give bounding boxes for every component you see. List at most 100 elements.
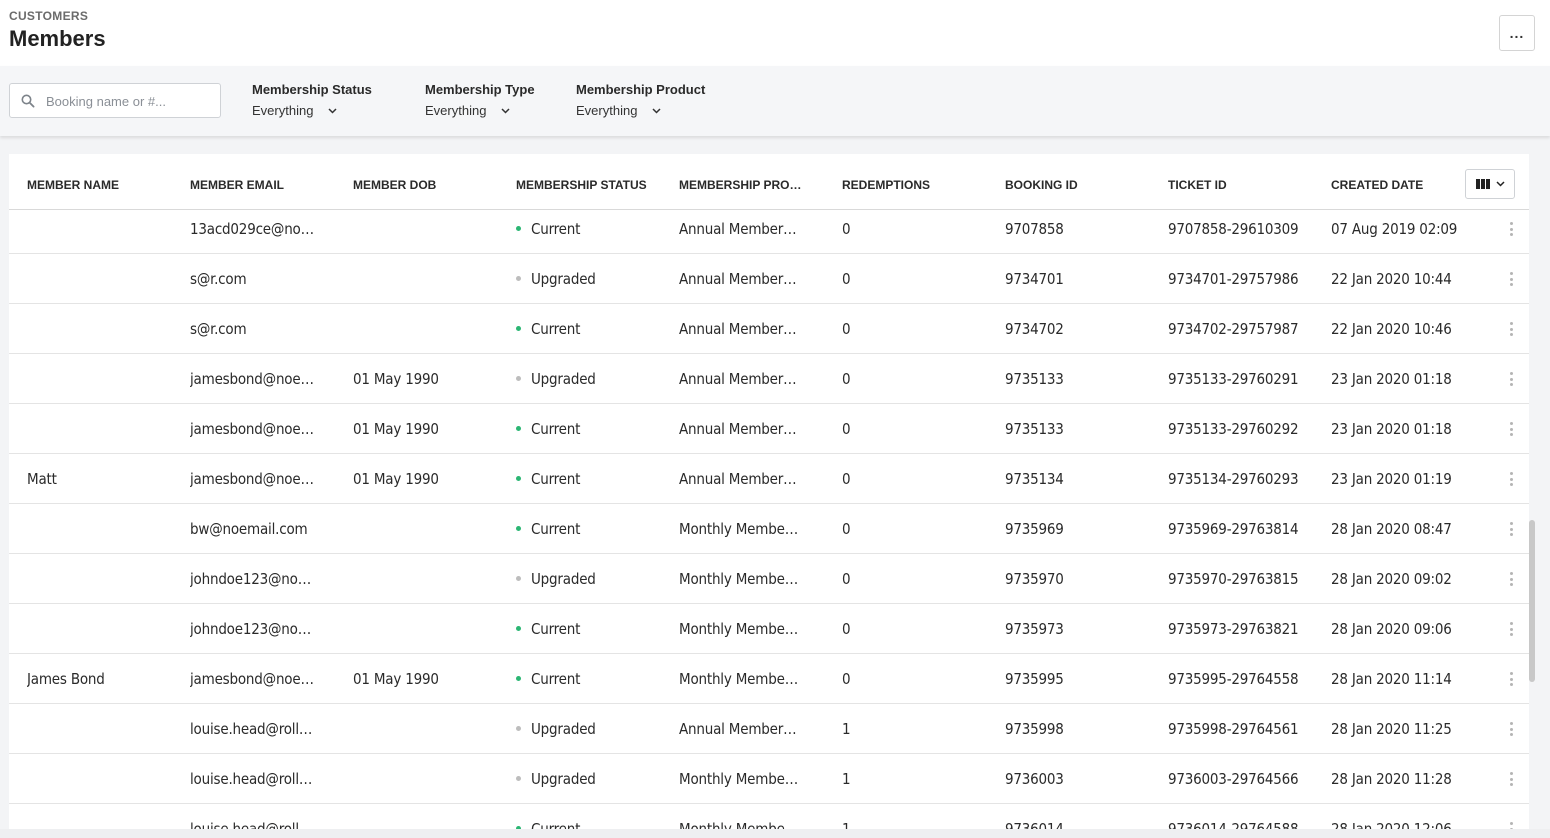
search-box[interactable] (9, 83, 221, 118)
table-row[interactable]: johndoe123@noemail.com Upgraded Monthly Me… (9, 554, 1529, 604)
cell-booking-id: 9735133 (1005, 370, 1064, 388)
cell-member-name (27, 604, 177, 654)
chevron-down-icon (1495, 181, 1505, 187)
columns-icon (1475, 179, 1490, 189)
cell-redemptions: 0 (842, 620, 851, 638)
cell-booking-id: 9735973 (1005, 620, 1064, 638)
row-menu-kebab-icon[interactable] (1505, 620, 1517, 638)
more-options-button[interactable]: ... (1499, 15, 1535, 51)
cell-booking-id: 9735995 (1005, 670, 1064, 688)
column-header-membership-status[interactable]: MEMBERSHIP STATUS (516, 178, 666, 192)
status-label: Current (531, 470, 581, 488)
cell-member-name (27, 404, 177, 454)
filter-membership-type[interactable]: Membership Type Everything (425, 82, 535, 120)
cell-member-email: bw@noemail.com (190, 520, 308, 538)
table-row[interactable]: jamesbond@noemail.com 01 May 1990 Upgraded… (9, 354, 1529, 404)
row-menu-kebab-icon[interactable] (1505, 770, 1517, 788)
cell-redemptions: 0 (842, 320, 851, 338)
column-header-redemptions[interactable]: REDEMPTIONS (842, 178, 992, 192)
cell-redemptions: 1 (842, 770, 851, 788)
table-row[interactable]: louise.head@rollerdigital.com Upgraded Ann… (9, 704, 1529, 754)
row-menu-kebab-icon[interactable] (1505, 570, 1517, 588)
status-dot-icon (516, 326, 521, 331)
chevron-down-icon (328, 108, 337, 114)
vertical-scrollbar[interactable] (1529, 520, 1535, 682)
cell-membership-status: Current (516, 454, 666, 504)
table-row[interactable]: 13acd029ce@noemail.com Current Annual Memb… (9, 211, 1529, 254)
status-dot-icon (516, 576, 521, 581)
status-dot-icon (516, 276, 521, 281)
status-label: Upgraded (531, 570, 596, 588)
cell-member-name (27, 354, 177, 404)
cell-member-name (27, 704, 177, 754)
column-header-booking-id[interactable]: BOOKING ID (1005, 178, 1155, 192)
column-header-membership-product[interactable]: MEMBERSHIP PRODUCT (679, 178, 807, 192)
chevron-down-icon (652, 108, 661, 114)
column-header-ticket-id[interactable]: TICKET ID (1168, 178, 1318, 192)
cell-member-email: s@r.com (190, 320, 247, 338)
cell-ticket-id: 9735998-29764561 (1168, 720, 1299, 738)
cell-member-email: louise.head@rollerdigital.com (190, 770, 318, 788)
cell-member-email: jamesbond@noemail.com (190, 470, 318, 488)
row-menu-kebab-icon[interactable] (1505, 720, 1517, 738)
cell-member-email: jamesbond@noemail.com (190, 420, 318, 438)
cell-member-dob (353, 604, 503, 654)
cell-membership-product: Monthly Membership (679, 770, 803, 788)
cell-booking-id: 9736003 (1005, 770, 1064, 788)
row-menu-kebab-icon[interactable] (1505, 370, 1517, 388)
cell-member-dob: 01 May 1990 (353, 420, 439, 438)
cell-created-date: 28 Jan 2020 11:14 (1331, 670, 1452, 688)
cell-booking-id: 9735970 (1005, 570, 1064, 588)
table-row[interactable]: louise.head@rollerdigital.com Upgraded Mon… (9, 754, 1529, 804)
cell-member-email: s@r.com (190, 270, 247, 288)
filter-membership-status[interactable]: Membership Status Everything (252, 82, 372, 120)
cell-member-email: johndoe123@noemail.com (190, 620, 318, 638)
status-dot-icon (516, 626, 521, 631)
filter-membership-product[interactable]: Membership Product Everything (576, 82, 705, 120)
cell-ticket-id: 9735133-29760292 (1168, 420, 1299, 438)
cell-created-date: 28 Jan 2020 08:47 (1331, 520, 1452, 538)
status-label: Upgraded (531, 270, 596, 288)
column-header-member-email[interactable]: MEMBER EMAIL (190, 178, 340, 192)
row-menu-kebab-icon[interactable] (1505, 220, 1517, 238)
row-menu-kebab-icon[interactable] (1505, 420, 1517, 438)
table-row[interactable]: Matt jamesbond@noemail.com 01 May 1990 Curr… (9, 454, 1529, 504)
row-menu-kebab-icon[interactable] (1505, 270, 1517, 288)
row-menu-kebab-icon[interactable] (1505, 670, 1517, 688)
table-row[interactable]: James Bond jamesbond@noemail.com 01 May 19… (9, 654, 1529, 704)
cell-ticket-id: 9736003-29764566 (1168, 770, 1299, 788)
row-menu-kebab-icon[interactable] (1505, 470, 1517, 488)
cell-redemptions: 0 (842, 220, 851, 238)
row-menu-kebab-icon[interactable] (1505, 320, 1517, 338)
search-input[interactable] (46, 90, 214, 112)
cell-member-email: jamesbond@noemail.com (190, 670, 318, 688)
table-body: 13acd029ce@noemail.com Current Annual Memb… (9, 211, 1529, 838)
cell-member-name (27, 211, 177, 254)
chevron-down-icon (501, 108, 510, 114)
status-label: Current (531, 620, 581, 638)
cell-created-date: 28 Jan 2020 09:02 (1331, 570, 1452, 588)
table-row[interactable]: jamesbond@noemail.com 01 May 1990 Current A… (9, 404, 1529, 454)
table-row[interactable]: bw@noemail.com Current Monthly Membership 0… (9, 504, 1529, 554)
page-eyebrow: CUSTOMERS (9, 9, 89, 23)
column-chooser-button[interactable] (1465, 169, 1515, 199)
cell-membership-status: Current (516, 504, 666, 554)
cell-membership-status: Current (516, 654, 666, 704)
table-row[interactable]: johndoe123@noemail.com Current Monthly Mem… (9, 604, 1529, 654)
cell-member-dob (353, 704, 503, 754)
column-header-member-dob[interactable]: MEMBER DOB (353, 178, 503, 192)
column-header-created-date[interactable]: CREATED DATE (1331, 178, 1461, 192)
row-menu-kebab-icon[interactable] (1505, 520, 1517, 538)
table-row[interactable]: s@r.com Current Annual Membership 0 9734702 9… (9, 304, 1529, 354)
cell-membership-status: Current (516, 211, 666, 254)
cell-membership-status: Upgraded (516, 754, 666, 804)
column-header-member-name[interactable]: MEMBER NAME (27, 178, 177, 192)
cell-member-name (27, 754, 177, 804)
cell-member-dob (353, 304, 503, 354)
table-row[interactable]: s@r.com Upgraded Annual Membership 0 9734701… (9, 254, 1529, 304)
cell-ticket-id: 9735973-29763821 (1168, 620, 1299, 638)
cell-ticket-id: 9707858-29610309 (1168, 220, 1299, 238)
cell-booking-id: 9707858 (1005, 220, 1064, 238)
cell-redemptions: 1 (842, 720, 851, 738)
cell-redemptions: 0 (842, 420, 851, 438)
